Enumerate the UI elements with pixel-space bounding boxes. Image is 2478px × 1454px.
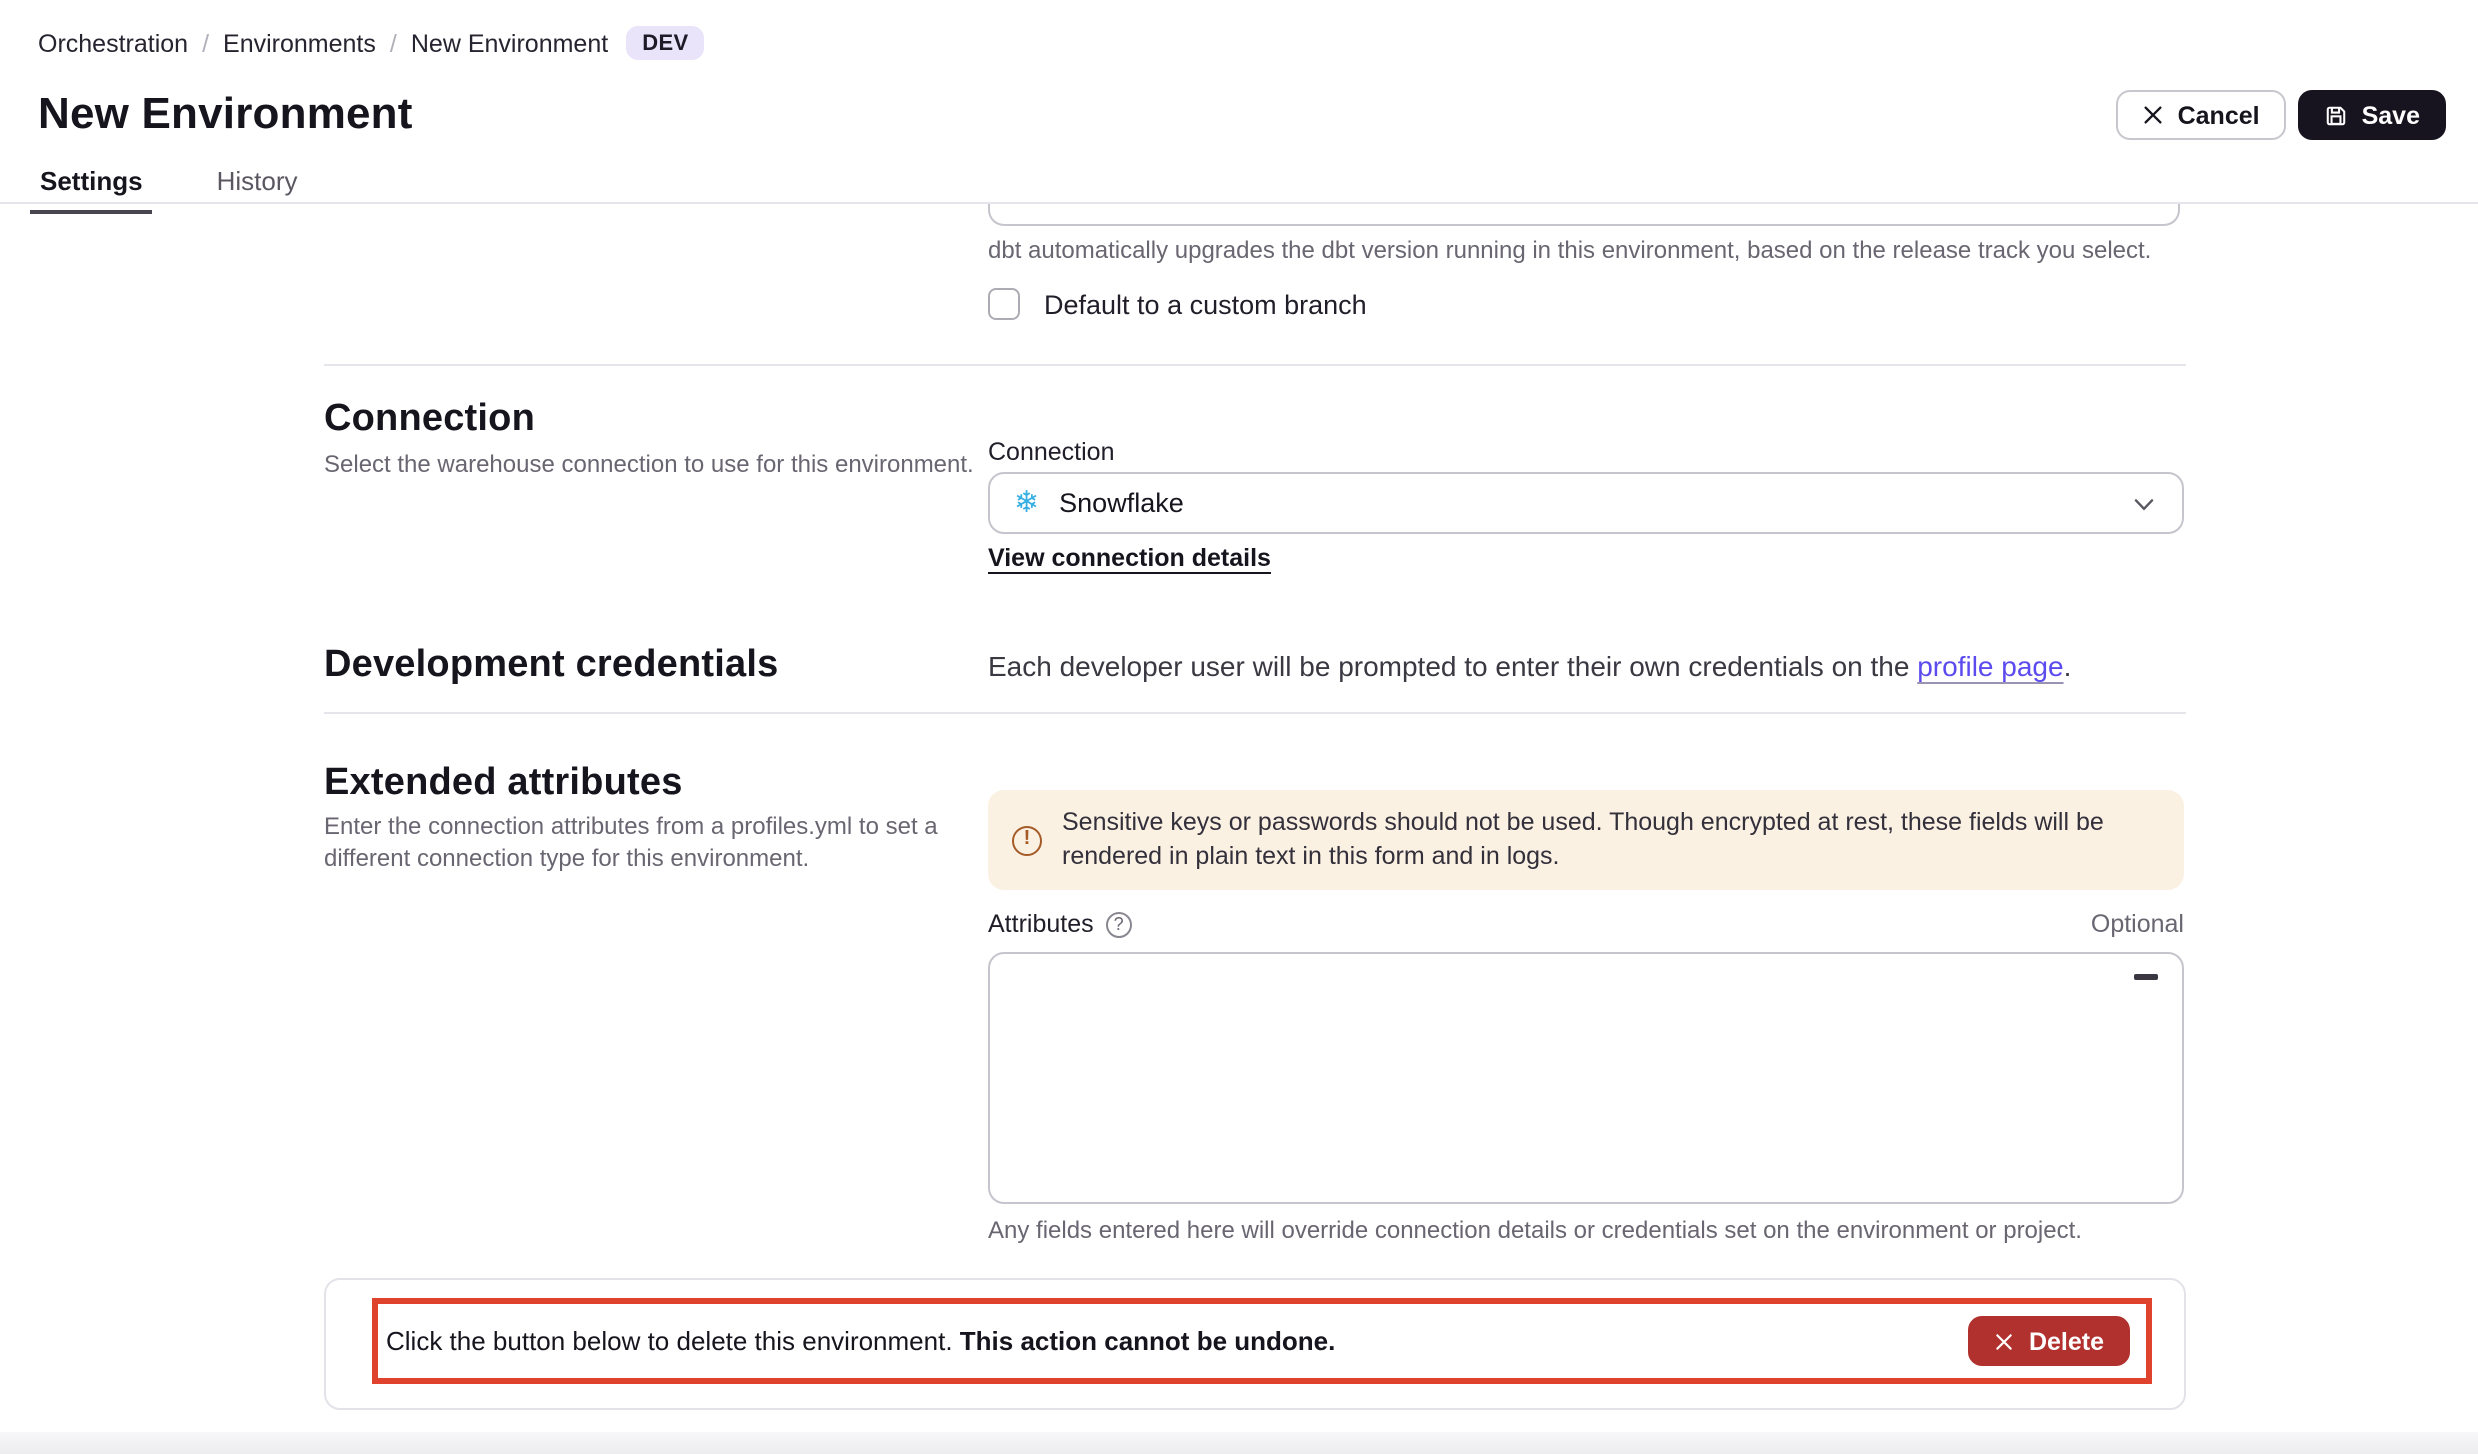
attributes-helper-text: Any fields entered here will override co… — [988, 1216, 2082, 1244]
x-icon — [1995, 1331, 2015, 1351]
delete-button-label: Delete — [2029, 1327, 2104, 1355]
delete-description-text: Click the button below to delete this en… — [386, 1326, 960, 1356]
delete-highlight-region: Click the button below to delete this en… — [372, 1298, 2152, 1384]
optional-label: Optional — [2091, 910, 2184, 938]
connection-select-value: Snowflake — [1059, 488, 2134, 518]
app-window: Orchestration / Environments / New Envir… — [0, 0, 2478, 1454]
cancel-button-label: Cancel — [2178, 101, 2260, 129]
view-connection-details-link[interactable]: View connection details — [988, 544, 1271, 572]
help-icon[interactable]: ? — [1106, 911, 1132, 937]
breadcrumb-separator: / — [202, 29, 209, 57]
release-track-input-cropped[interactable] — [988, 204, 2180, 226]
delete-description-bold: This action cannot be undone. — [960, 1326, 1336, 1356]
save-button-label: Save — [2362, 101, 2420, 129]
warning-text: Sensitive keys or passwords should not b… — [1062, 806, 2160, 874]
tab-settings[interactable]: Settings — [30, 166, 153, 214]
section-divider — [324, 712, 2186, 714]
attributes-field-header: Attributes ? Optional — [988, 910, 2184, 938]
connection-section-heading: Connection — [324, 398, 535, 442]
section-divider — [324, 364, 2186, 366]
breadcrumb-environments[interactable]: Environments — [223, 29, 376, 57]
page-title: New Environment — [38, 88, 413, 140]
release-track-helper-text: dbt automatically upgrades the dbt versi… — [988, 236, 2151, 264]
custom-branch-checkbox[interactable] — [988, 288, 1020, 320]
sensitive-keys-warning-banner: ! Sensitive keys or passwords should not… — [988, 790, 2184, 890]
tab-bar: Settings History — [30, 166, 308, 214]
breadcrumb: Orchestration / Environments / New Envir… — [38, 26, 705, 60]
connection-section-description: Select the warehouse connection to use f… — [324, 448, 974, 480]
credentials-text-before: Each developer user will be prompted to … — [988, 650, 1917, 682]
chevron-down-icon — [2134, 485, 2154, 521]
custom-branch-row: Default to a custom branch — [988, 288, 1367, 320]
custom-branch-label: Default to a custom branch — [1044, 289, 1367, 319]
extended-attributes-description: Enter the connection attributes from a p… — [324, 810, 954, 874]
delete-description: Click the button below to delete this en… — [386, 1326, 1969, 1356]
snowflake-icon: ❄ — [1014, 488, 1039, 518]
tab-history[interactable]: History — [207, 166, 308, 214]
save-button[interactable]: Save — [2298, 90, 2446, 140]
attributes-field-label: Attributes — [988, 910, 1094, 938]
profile-page-link[interactable]: profile page — [1917, 650, 2063, 682]
save-icon — [2324, 103, 2348, 127]
attributes-textarea[interactable] — [988, 952, 2184, 1204]
extended-attributes-heading: Extended attributes — [324, 762, 683, 806]
environment-type-badge: DEV — [626, 26, 704, 60]
development-credentials-text: Each developer user will be prompted to … — [988, 650, 2071, 682]
development-credentials-heading: Development credentials — [324, 644, 778, 688]
breadcrumb-new-environment[interactable]: New Environment — [411, 29, 608, 57]
breadcrumb-separator: / — [390, 29, 397, 57]
minus-icon[interactable] — [2134, 974, 2158, 980]
connection-select[interactable]: ❄ Snowflake — [988, 472, 2184, 534]
connection-field-label: Connection — [988, 438, 1115, 466]
page-bottom-edge — [0, 1432, 2478, 1454]
delete-environment-card: Click the button below to delete this en… — [324, 1278, 2186, 1410]
warning-icon: ! — [1012, 825, 1042, 855]
header-actions: Cancel Save — [2116, 90, 2446, 140]
breadcrumb-orchestration[interactable]: Orchestration — [38, 29, 188, 57]
x-icon — [2142, 104, 2164, 126]
credentials-text-after: . — [2064, 650, 2072, 682]
cancel-button[interactable]: Cancel — [2116, 90, 2286, 140]
environment-settings-page: Orchestration / Environments / New Envir… — [0, 0, 2478, 1454]
delete-button[interactable]: Delete — [1969, 1316, 2130, 1366]
